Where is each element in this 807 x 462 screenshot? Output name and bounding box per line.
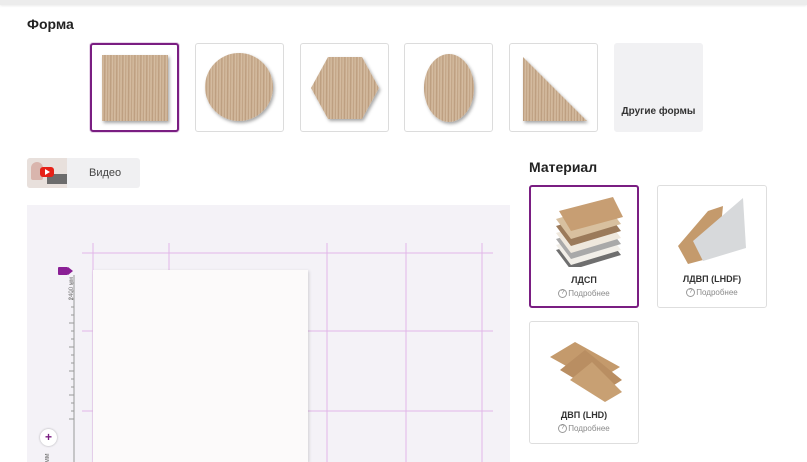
design-canvas[interactable]: 2400 мм + мм	[27, 205, 510, 462]
hexagon-shape-icon	[310, 56, 379, 119]
oval-shape-icon	[423, 53, 474, 122]
resize-handle-marker[interactable]	[58, 267, 68, 275]
marker-arrow	[68, 267, 73, 275]
video-button[interactable]: Видео	[27, 158, 140, 188]
video-label: Видео	[89, 167, 122, 179]
other-shapes-label: Другие формы	[621, 106, 696, 117]
question-circle-icon: ?	[558, 289, 568, 299]
question-circle-icon: ?	[558, 424, 568, 434]
side-dimension-label: мм	[44, 453, 51, 462]
shape-square-tile[interactable]	[90, 43, 179, 132]
video-thumbnail	[27, 158, 67, 188]
material-more-link[interactable]: ? Подробнее	[531, 289, 637, 299]
shape-triangle-tile[interactable]	[509, 43, 598, 132]
shape-section-title: Форма	[27, 16, 74, 32]
ldvp-board-icon	[678, 198, 746, 264]
other-shapes-button[interactable]: Другие формы	[614, 43, 703, 132]
material-card-dvp[interactable]: ДВП (LHD) ? Подробнее	[529, 321, 639, 444]
shape-hexagon-tile[interactable]	[300, 43, 389, 132]
material-name-ldsp: ЛДСП	[571, 275, 597, 285]
question-circle-icon: ?	[686, 288, 696, 298]
zoom-in-button[interactable]: +	[40, 429, 57, 446]
material-more-link[interactable]: ? Подробнее	[658, 288, 766, 298]
ldsp-boards-icon	[556, 197, 623, 267]
shape-oval-tile[interactable]	[404, 43, 493, 132]
material-name-dvp: ДВП (LHD)	[560, 410, 608, 420]
top-bar	[0, 0, 807, 5]
dvp-boards-icon	[550, 342, 622, 402]
square-shape-icon	[101, 54, 168, 121]
triangle-shape-icon	[522, 56, 587, 121]
material-card-ldvp[interactable]: ЛДВП (LHDF) ? Подробнее	[657, 185, 767, 308]
shape-circle-tile[interactable]	[195, 43, 284, 132]
material-card-ldsp[interactable]: ЛДСП ? Подробнее	[529, 185, 639, 308]
youtube-play-icon	[40, 167, 54, 177]
height-dimension-label: 2400 мм	[69, 277, 75, 301]
tabletop-board[interactable]	[93, 270, 308, 462]
material-more-link[interactable]: ? Подробнее	[530, 424, 638, 434]
material-name-ldvp: ЛДВП (LHDF)	[682, 274, 742, 284]
plus-icon: +	[44, 430, 52, 444]
material-section-title: Материал	[529, 159, 598, 175]
circle-shape-icon	[204, 52, 273, 121]
